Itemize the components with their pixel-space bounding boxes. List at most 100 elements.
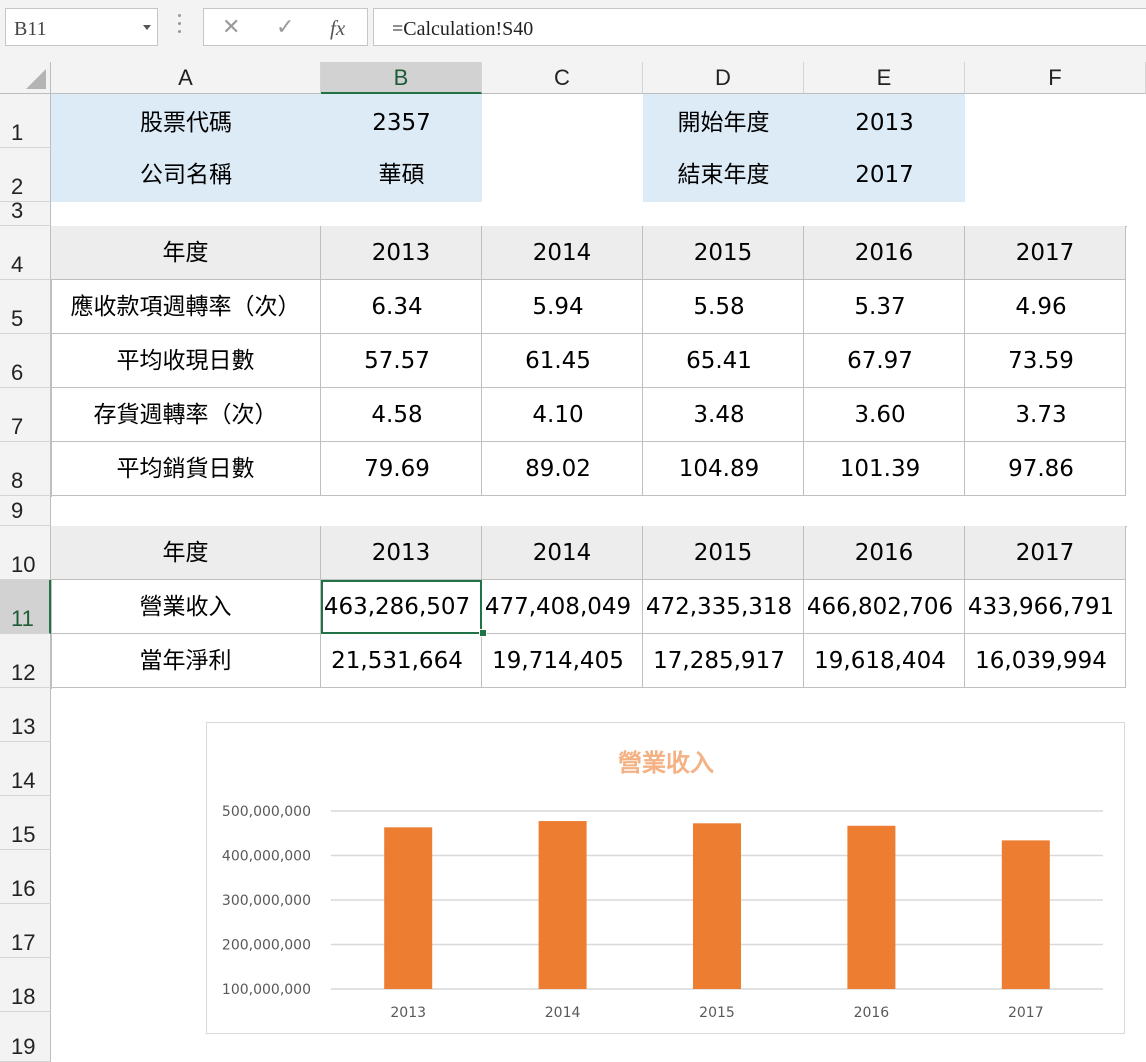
selected-cell-b11[interactable]: 463,286,507 [321, 580, 482, 634]
formula-bar-grip-icon[interactable] [178, 14, 182, 38]
row-header-5[interactable]: 5 [0, 280, 51, 334]
column-header-e[interactable]: E [804, 62, 965, 94]
revenue-header-cell[interactable]: 2016 [804, 526, 965, 580]
turnover-cell[interactable]: 4.10 [482, 388, 643, 442]
row-header-16[interactable]: 16 [0, 850, 51, 904]
x-tick-label: 2016 [854, 1005, 890, 1021]
company-name-label[interactable]: 公司名稱 [51, 148, 321, 202]
revenue-header-cell[interactable]: 年度 [51, 526, 321, 580]
row-header-12[interactable]: 12 [0, 634, 51, 688]
turnover-cell[interactable]: 平均銷貨日數 [51, 442, 321, 496]
turnover-cell[interactable]: 65.41 [643, 334, 804, 388]
turnover-cell[interactable]: 5.94 [482, 280, 643, 334]
row-number: 15 [11, 822, 36, 847]
turnover-cell[interactable]: 89.02 [482, 442, 643, 496]
column-header-c[interactable]: C [482, 62, 643, 94]
cancel-icon[interactable]: ✕ [222, 15, 240, 40]
row-header-1[interactable]: 1 [0, 94, 51, 148]
formula-input[interactable]: =Calculation!S40 [373, 8, 1146, 46]
turnover-header-cell[interactable]: 年度 [51, 226, 321, 280]
revenue-cell[interactable]: 477,408,049 [482, 580, 643, 634]
revenue-header-cell[interactable]: 2017 [965, 526, 1126, 580]
revenue-cell[interactable]: 19,618,404 [804, 634, 965, 688]
stock-code-value[interactable]: 2357 [321, 94, 482, 148]
select-all-corner[interactable] [0, 62, 51, 94]
chart-bar-2017[interactable] [1001, 840, 1050, 989]
start-year-value[interactable]: 2013 [804, 94, 965, 148]
turnover-cell[interactable]: 5.58 [643, 280, 804, 334]
name-box-value: B11 [14, 18, 47, 40]
turnover-cell[interactable]: 6.34 [321, 280, 482, 334]
revenue-cell[interactable]: 營業收入 [51, 580, 321, 634]
revenue-cell[interactable]: 433,966,791 [965, 580, 1126, 634]
row-header-14[interactable]: 14 [0, 742, 51, 796]
chart-bar-2015[interactable] [693, 823, 741, 989]
revenue-cell[interactable]: 21,531,664 [321, 634, 482, 688]
revenue-cell[interactable]: 466,802,706 [804, 580, 965, 634]
revenue-header-cell[interactable]: 2015 [643, 526, 804, 580]
turnover-cell[interactable]: 4.58 [321, 388, 482, 442]
turnover-cell[interactable]: 3.60 [804, 388, 965, 442]
stock-code-label[interactable]: 股票代碼 [51, 94, 321, 148]
row-header-18[interactable]: 18 [0, 958, 51, 1012]
turnover-header-cell[interactable]: 2016 [804, 226, 965, 280]
company-name-value[interactable]: 華碩 [321, 148, 482, 202]
revenue-cell[interactable]: 16,039,994 [965, 634, 1126, 688]
turnover-cell[interactable]: 73.59 [965, 334, 1126, 388]
turnover-header-cell[interactable]: 2013 [321, 226, 482, 280]
turnover-cell[interactable]: 79.69 [321, 442, 482, 496]
turnover-cell[interactable]: 61.45 [482, 334, 643, 388]
turnover-cell[interactable]: 3.48 [643, 388, 804, 442]
row-number: 2 [11, 174, 24, 199]
row-header-10[interactable]: 10 [0, 526, 51, 580]
start-year-label[interactable]: 開始年度 [643, 94, 804, 148]
row-header-11[interactable]: 11 [0, 580, 51, 634]
revenue-header-cell[interactable]: 2014 [482, 526, 643, 580]
turnover-header-cell[interactable]: 2014 [482, 226, 643, 280]
turnover-cell[interactable]: 104.89 [643, 442, 804, 496]
row-header-6[interactable]: 6 [0, 334, 51, 388]
row-header-2[interactable]: 2 [0, 148, 51, 202]
row-header-9[interactable]: 9 [0, 496, 51, 526]
chart-bar-2016[interactable] [847, 825, 896, 989]
turnover-cell[interactable]: 67.97 [804, 334, 965, 388]
column-header-a[interactable]: A [51, 62, 321, 94]
revenue-cell[interactable]: 472,335,318 [643, 580, 804, 634]
turnover-cell[interactable]: 101.39 [804, 442, 965, 496]
revenue-header-cell[interactable]: 2013 [321, 526, 482, 580]
turnover-cell[interactable]: 57.57 [321, 334, 482, 388]
column-header-b[interactable]: B [321, 62, 482, 94]
revenue-cell[interactable]: 17,285,917 [643, 634, 804, 688]
end-year-label[interactable]: 結束年度 [643, 148, 804, 202]
row-header-8[interactable]: 8 [0, 442, 51, 496]
turnover-header-cell[interactable]: 2017 [965, 226, 1126, 280]
name-box-dropdown-icon[interactable] [143, 25, 151, 30]
row-header-3[interactable]: 3 [0, 198, 51, 226]
row-header-19[interactable]: 19 [0, 1012, 51, 1062]
enter-icon[interactable]: ✓ [276, 15, 294, 40]
turnover-cell[interactable]: 3.73 [965, 388, 1126, 442]
turnover-cell[interactable]: 4.96 [965, 280, 1126, 334]
row-header-15[interactable]: 15 [0, 796, 51, 850]
row-header-13[interactable]: 13 [0, 688, 51, 742]
turnover-cell[interactable]: 應收款項週轉率（次） [51, 280, 321, 334]
turnover-cell[interactable]: 平均收現日數 [51, 334, 321, 388]
row-header-7[interactable]: 7 [0, 388, 51, 442]
turnover-cell[interactable]: 存貨週轉率（次） [51, 388, 321, 442]
turnover-header-cell[interactable]: 2015 [643, 226, 804, 280]
column-header-f[interactable]: F [965, 62, 1146, 94]
revenue-cell[interactable]: 當年淨利 [51, 634, 321, 688]
insert-function-icon[interactable]: fx [330, 16, 345, 41]
revenue-cell[interactable]: 19,714,405 [482, 634, 643, 688]
revenue-chart[interactable]: 營業收入 500,000,000 400,000,000 300,000,000 20… [206, 722, 1125, 1034]
row-header-4[interactable]: 4 [0, 226, 51, 280]
chart-bar-2013[interactable] [384, 827, 433, 989]
end-year-value[interactable]: 2017 [804, 148, 965, 202]
column-header-d[interactable]: D [643, 62, 804, 94]
turnover-cell[interactable]: 97.86 [965, 442, 1126, 496]
name-box[interactable]: B11 [5, 8, 158, 46]
chart-bar-2014[interactable] [538, 821, 587, 989]
row-header-17[interactable]: 17 [0, 904, 51, 958]
turnover-cell[interactable]: 5.37 [804, 280, 965, 334]
fill-handle[interactable] [479, 629, 487, 637]
